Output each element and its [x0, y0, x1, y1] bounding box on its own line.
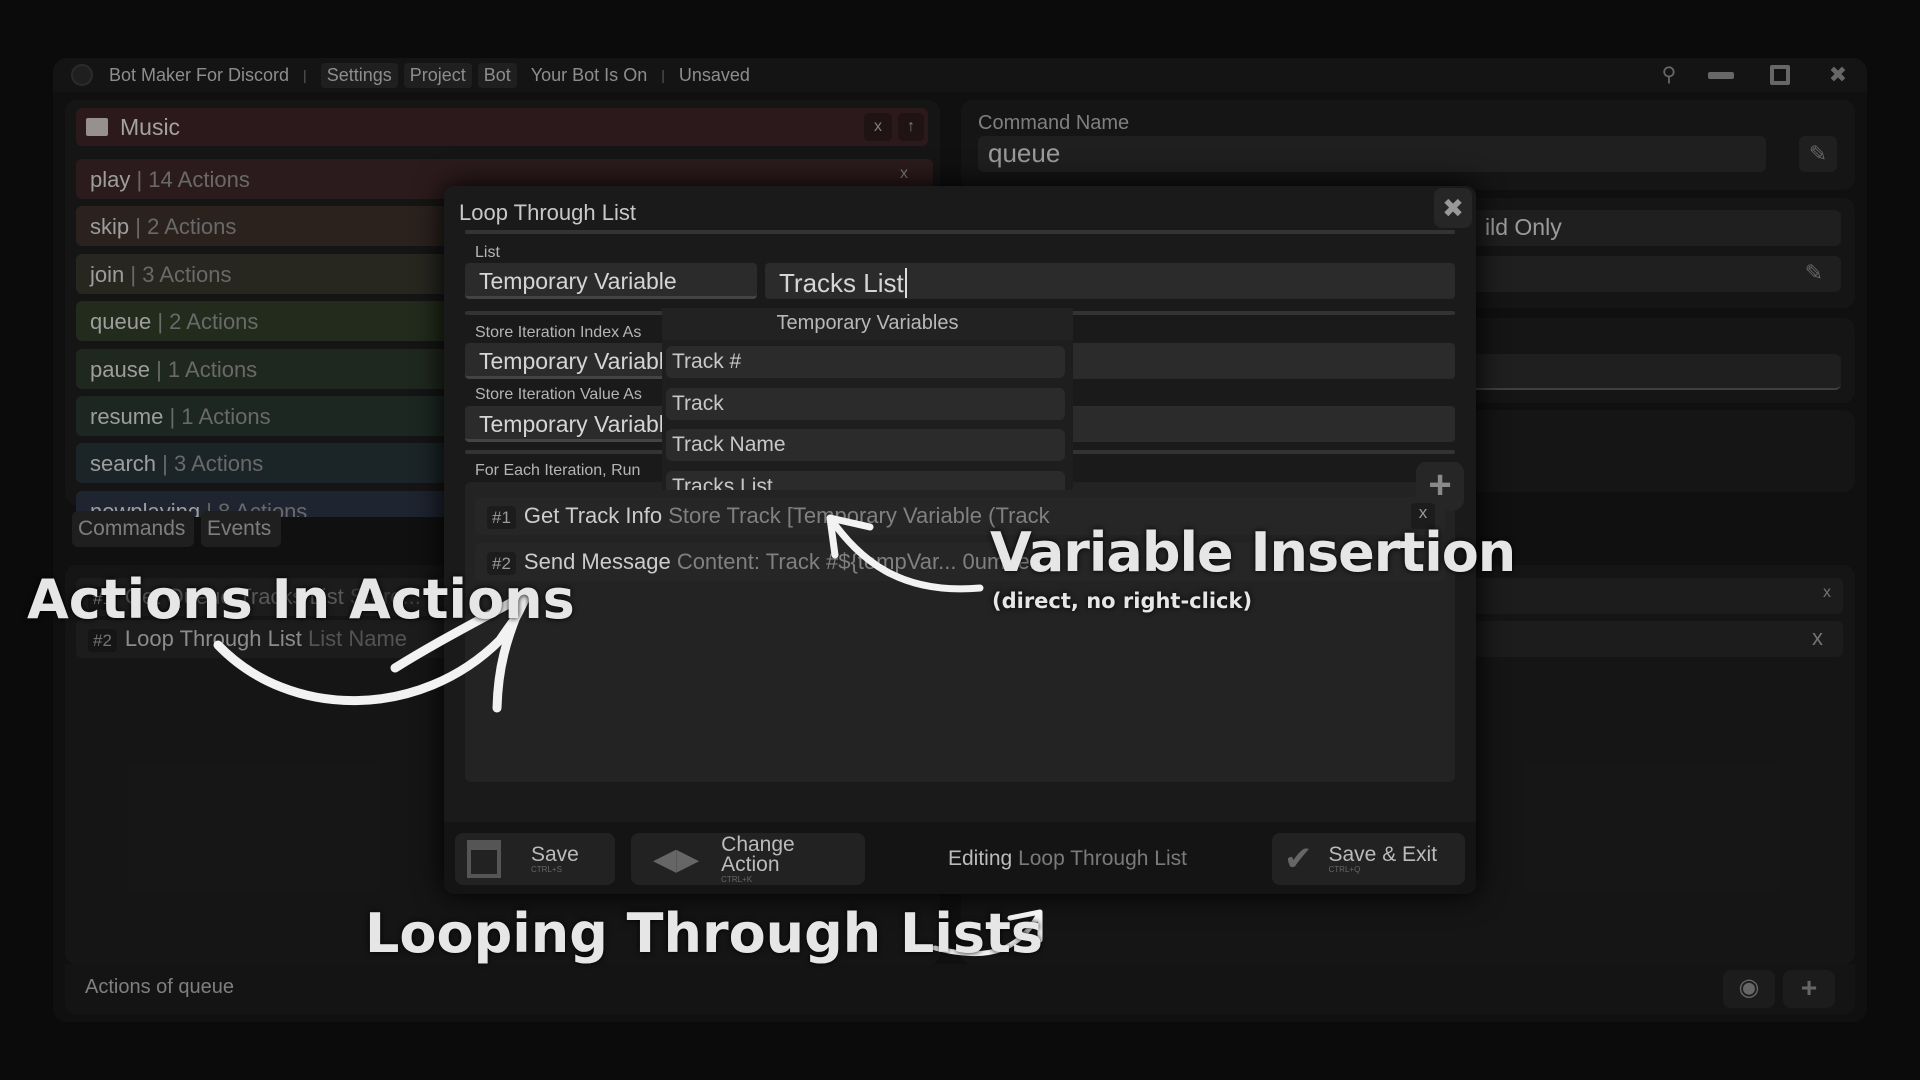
annotation-actions-in-actions: Actions In Actions — [27, 568, 575, 631]
annotation-variable-insertion: Variable Insertion — [990, 521, 1516, 584]
arrow-variable-insertion — [826, 514, 984, 593]
annotation-variable-sub: (direct, no right-click) — [992, 589, 1253, 613]
annotation-looping: Looping Through Lists — [365, 902, 1044, 965]
